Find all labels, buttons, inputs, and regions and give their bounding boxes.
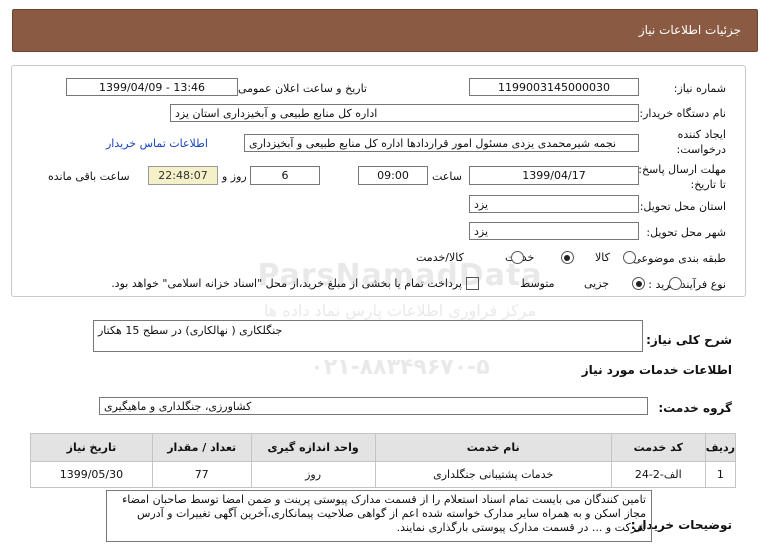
category-option-goods-service: کالا/خدمت (416, 251, 464, 264)
announce-date-field: 1399/04/09 - 13:46 (66, 78, 238, 96)
buyer-contact-link[interactable]: اطلاعات تماس خریدار (106, 137, 208, 150)
payment-checkbox[interactable] (466, 277, 479, 290)
col-qty: تعداد / مقدار (151, 433, 252, 462)
need-number-label: شماره نیاز: (673, 82, 726, 95)
page-title: جزئیات اطلاعات نیاز (638, 23, 741, 37)
process-radio-medium[interactable] (632, 277, 645, 290)
days-label: روز و (222, 170, 247, 183)
deadline-date-field: 1399/04/17 (469, 166, 639, 185)
service-group-label: گروه خدمت: (658, 401, 732, 415)
services-section-title: اطلاعات خدمات مورد نیاز (581, 363, 732, 377)
creator-field: نجمه شیرمحمدی یزدی مسئول امور قراردادها … (244, 134, 639, 152)
buyer-field: اداره کل منابع طبیعی و آبخیزداری استان ی… (170, 104, 639, 122)
col-name: نام خدمت (374, 433, 612, 462)
summary-field: جنگلکاری ( نهالکاری) در سطح 15 هکتار (93, 320, 643, 352)
category-label: طبقه بندی موضوعی: (628, 252, 726, 265)
col-date: تاریخ نیاز (30, 433, 153, 462)
remaining-time-label: ساعت باقی مانده (48, 170, 130, 183)
buyer-notes-field: تامین کنندگان می بایست تمام اسناد استعلا… (106, 490, 652, 542)
payment-text: پرداخت تمام یا بخشی از مبلغ خرید،از محل … (111, 277, 462, 290)
col-index: ردیف (704, 433, 737, 462)
province-field: یزد (469, 195, 639, 213)
page-header: جزئیات اطلاعات نیاز (12, 9, 758, 52)
cell-qty: 77 (151, 461, 252, 488)
creator-label: ایجاد کننده (677, 128, 726, 141)
deadline-label-2: تا تاریخ: (690, 178, 726, 191)
days-field: 6 (250, 166, 320, 185)
creator-label-2: درخواست: (676, 143, 726, 156)
process-option-minor: جزیی (584, 277, 610, 290)
city-field: یزد (469, 222, 639, 240)
services-table-wrapper: ردیف کد خدمت نام خدمت واحد اندازه گیری ت… (30, 433, 737, 488)
deadline-label: مهلت ارسال پاسخ: (638, 163, 726, 176)
city-label: شهر محل تحویل: (646, 226, 726, 239)
process-radio-minor[interactable] (668, 277, 682, 290)
cell-name: خدمات پشتیبانی جنگلداری (374, 461, 612, 488)
category-radio-goods[interactable] (623, 251, 636, 264)
announce-date-label: تاریخ و ساعت اعلان عمومی: (234, 82, 367, 95)
category-radio-goods-service[interactable] (511, 251, 524, 264)
service-group-field: کشاورزی، جنگلداری و ماهیگیری (99, 397, 648, 415)
col-unit: واحد اندازه گیری (250, 433, 376, 462)
cell-index: 1 (704, 461, 737, 488)
process-option-medium: متوسط (520, 277, 555, 290)
deadline-time-field: 09:00 (358, 166, 428, 185)
watermark-line-2: مرکز فراوری اطلاعات پارس نماد داده ها (263, 301, 537, 320)
deadline-time-label: ساعت (432, 170, 462, 183)
process-label: نوع فرآیند خرید : (648, 278, 726, 291)
need-number-field: 1199003145000030 (469, 78, 639, 96)
watermark-line-4: ۰۲۱-۸۸۳۴۹۶۷۰-۵ (310, 355, 490, 380)
category-radio-service[interactable] (560, 251, 574, 264)
remaining-time-field: 22:48:07 (148, 166, 218, 185)
province-label: استان محل تحویل: (639, 200, 726, 213)
cell-code: الف-2-24 (610, 461, 706, 488)
col-code: کد خدمت (610, 433, 706, 462)
services-table: ردیف کد خدمت نام خدمت واحد اندازه گیری ت… (30, 433, 737, 488)
buyer-label: نام دستگاه خریدار: (639, 107, 726, 120)
table-row: 1 الف-2-24 خدمات پشتیبانی جنگلداری روز 7… (30, 461, 737, 488)
category-option-goods: کالا (595, 251, 610, 264)
summary-label: شرح کلی نیاز: (646, 333, 732, 347)
cell-date: 1399/05/30 (30, 461, 153, 488)
cell-unit: روز (250, 461, 376, 488)
